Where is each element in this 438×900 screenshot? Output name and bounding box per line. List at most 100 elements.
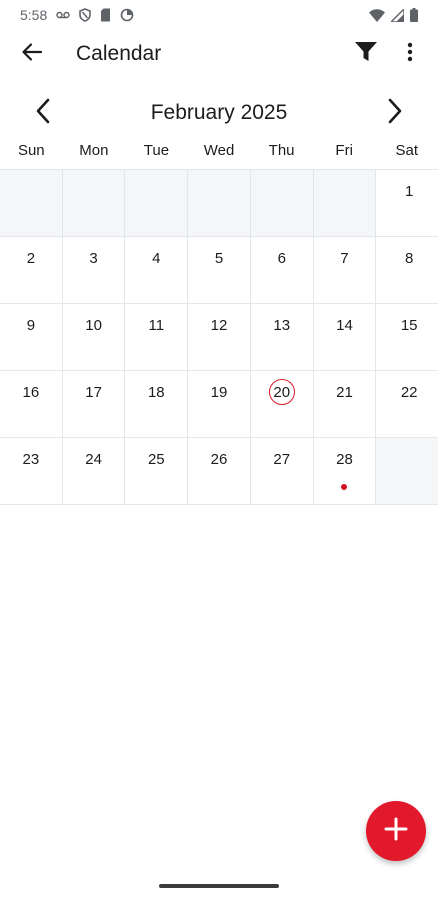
empty-day-cell — [188, 170, 251, 236]
filter-icon — [355, 41, 377, 67]
chevron-left-icon — [35, 98, 51, 129]
day-cell-19[interactable]: 19 — [188, 371, 251, 437]
week-row: 1 — [0, 170, 438, 237]
more-vert-icon — [407, 42, 413, 67]
status-time: 5:58 — [20, 7, 48, 23]
day-cell-20[interactable]: 20 — [251, 371, 314, 437]
day-number: 12 — [210, 317, 228, 334]
day-number: 10 — [85, 317, 102, 334]
day-cell-12[interactable]: 12 — [188, 304, 251, 370]
day-number: 24 — [85, 451, 102, 468]
day-cell-1[interactable]: 1 — [376, 170, 438, 236]
empty-day-cell — [313, 170, 377, 236]
day-number: 3 — [89, 250, 98, 267]
day-cell-27[interactable]: 27 — [251, 438, 314, 504]
vpn-shield-icon — [79, 8, 92, 22]
day-cell-22[interactable]: 22 — [376, 371, 438, 437]
day-number: 26 — [210, 451, 228, 468]
app-bar: Calendar — [0, 30, 438, 78]
week-row: 23 24 25 26 27 28 — [0, 438, 438, 505]
day-cell-24[interactable]: 24 — [63, 438, 126, 504]
empty-day-cell — [62, 170, 126, 236]
previous-month-button[interactable] — [21, 92, 65, 134]
status-bar: 5:58 — [0, 0, 438, 30]
day-cell-16[interactable]: 16 — [0, 371, 63, 437]
more-options-button[interactable] — [388, 30, 432, 78]
weekday-fri: Fri — [335, 142, 353, 159]
week-row: 9 10 11 12 13 14 15 — [0, 304, 438, 371]
day-cell-6[interactable]: 6 — [251, 237, 314, 303]
sim-card-icon — [100, 8, 111, 22]
chevron-right-icon — [387, 98, 403, 129]
day-cell-4[interactable]: 4 — [125, 237, 189, 303]
event-dot — [341, 484, 348, 490]
day-number: 22 — [400, 384, 418, 401]
add-event-button[interactable] — [366, 801, 426, 861]
day-cell-7[interactable]: 7 — [314, 237, 377, 303]
day-number: 25 — [147, 451, 165, 468]
day-cell-17[interactable]: 17 — [63, 371, 126, 437]
month-title: February 2025 — [150, 101, 288, 124]
sync-icon — [120, 8, 134, 22]
day-cell-21[interactable]: 21 — [314, 371, 377, 437]
day-number: 9 — [26, 317, 36, 334]
week-row: 16 17 18 19 20 21 22 — [0, 371, 438, 438]
week-row: 2 3 4 5 6 7 8 — [0, 237, 438, 304]
weekday-tue: Tue — [143, 142, 170, 159]
next-month-button[interactable] — [373, 92, 417, 134]
day-number: 21 — [336, 384, 353, 401]
day-cell-5[interactable]: 5 — [188, 237, 251, 303]
day-number: 11 — [148, 317, 165, 334]
day-cell-3[interactable]: 3 — [63, 237, 126, 303]
day-number: 14 — [336, 317, 353, 334]
day-number: 7 — [340, 250, 349, 267]
weekday-sun: Sun — [17, 142, 45, 159]
day-cell-28[interactable]: 28 — [314, 438, 377, 504]
day-cell-23[interactable]: 23 — [0, 438, 63, 504]
day-cell-25[interactable]: 25 — [125, 438, 189, 504]
empty-day-cell — [250, 170, 314, 236]
add-icon — [384, 817, 408, 846]
filter-button[interactable] — [344, 30, 388, 78]
day-number: 20 — [273, 384, 291, 401]
day-number: 17 — [85, 384, 102, 401]
day-number: 8 — [405, 250, 414, 267]
day-number: 23 — [22, 451, 40, 468]
empty-day-cell — [376, 438, 438, 504]
day-cell-10[interactable]: 10 — [63, 304, 126, 370]
day-cell-9[interactable]: 9 — [0, 304, 63, 370]
day-cell-14[interactable]: 14 — [314, 304, 377, 370]
day-cell-8[interactable]: 8 — [376, 237, 438, 303]
month-navigator: February 2025 — [0, 92, 438, 134]
day-cell-15[interactable]: 15 — [376, 304, 438, 370]
gesture-nav-handle[interactable] — [159, 884, 279, 888]
day-number: 27 — [273, 451, 291, 468]
calendar-grid: 1 2 3 4 5 6 7 8 9 10 11 12 13 14 15 16 17 18 19 20 21 22 23 24 2… — [0, 169, 438, 505]
page-title: Calendar — [76, 42, 162, 65]
cell-signal-icon — [391, 8, 404, 22]
voicemail-icon — [56, 10, 70, 20]
day-number: 18 — [147, 384, 165, 401]
empty-day-cell — [125, 170, 189, 236]
day-number: 15 — [400, 317, 418, 334]
day-cell-11[interactable]: 11 — [125, 304, 189, 370]
day-number: 5 — [214, 250, 224, 267]
day-cell-13[interactable]: 13 — [251, 304, 314, 370]
day-number: 2 — [26, 250, 36, 267]
arrow-back-icon — [21, 41, 43, 68]
day-number: 19 — [210, 384, 228, 401]
day-number: 4 — [152, 250, 161, 267]
weekday-thu: Thu — [268, 142, 295, 159]
wifi-icon — [369, 8, 385, 22]
day-cell-2[interactable]: 2 — [0, 237, 63, 303]
day-cell-26[interactable]: 26 — [188, 438, 251, 504]
day-number: 16 — [22, 384, 40, 401]
day-number: 6 — [277, 250, 286, 267]
back-button[interactable] — [8, 30, 56, 78]
weekday-sat: Sat — [395, 142, 419, 159]
weekday-mon: Mon — [79, 142, 109, 159]
day-cell-18[interactable]: 18 — [125, 371, 189, 437]
weekday-wed: Wed — [203, 142, 235, 159]
day-number: 1 — [405, 183, 414, 200]
weekday-header: Sun Mon Tue Wed Thu Fri Sat — [0, 142, 438, 168]
